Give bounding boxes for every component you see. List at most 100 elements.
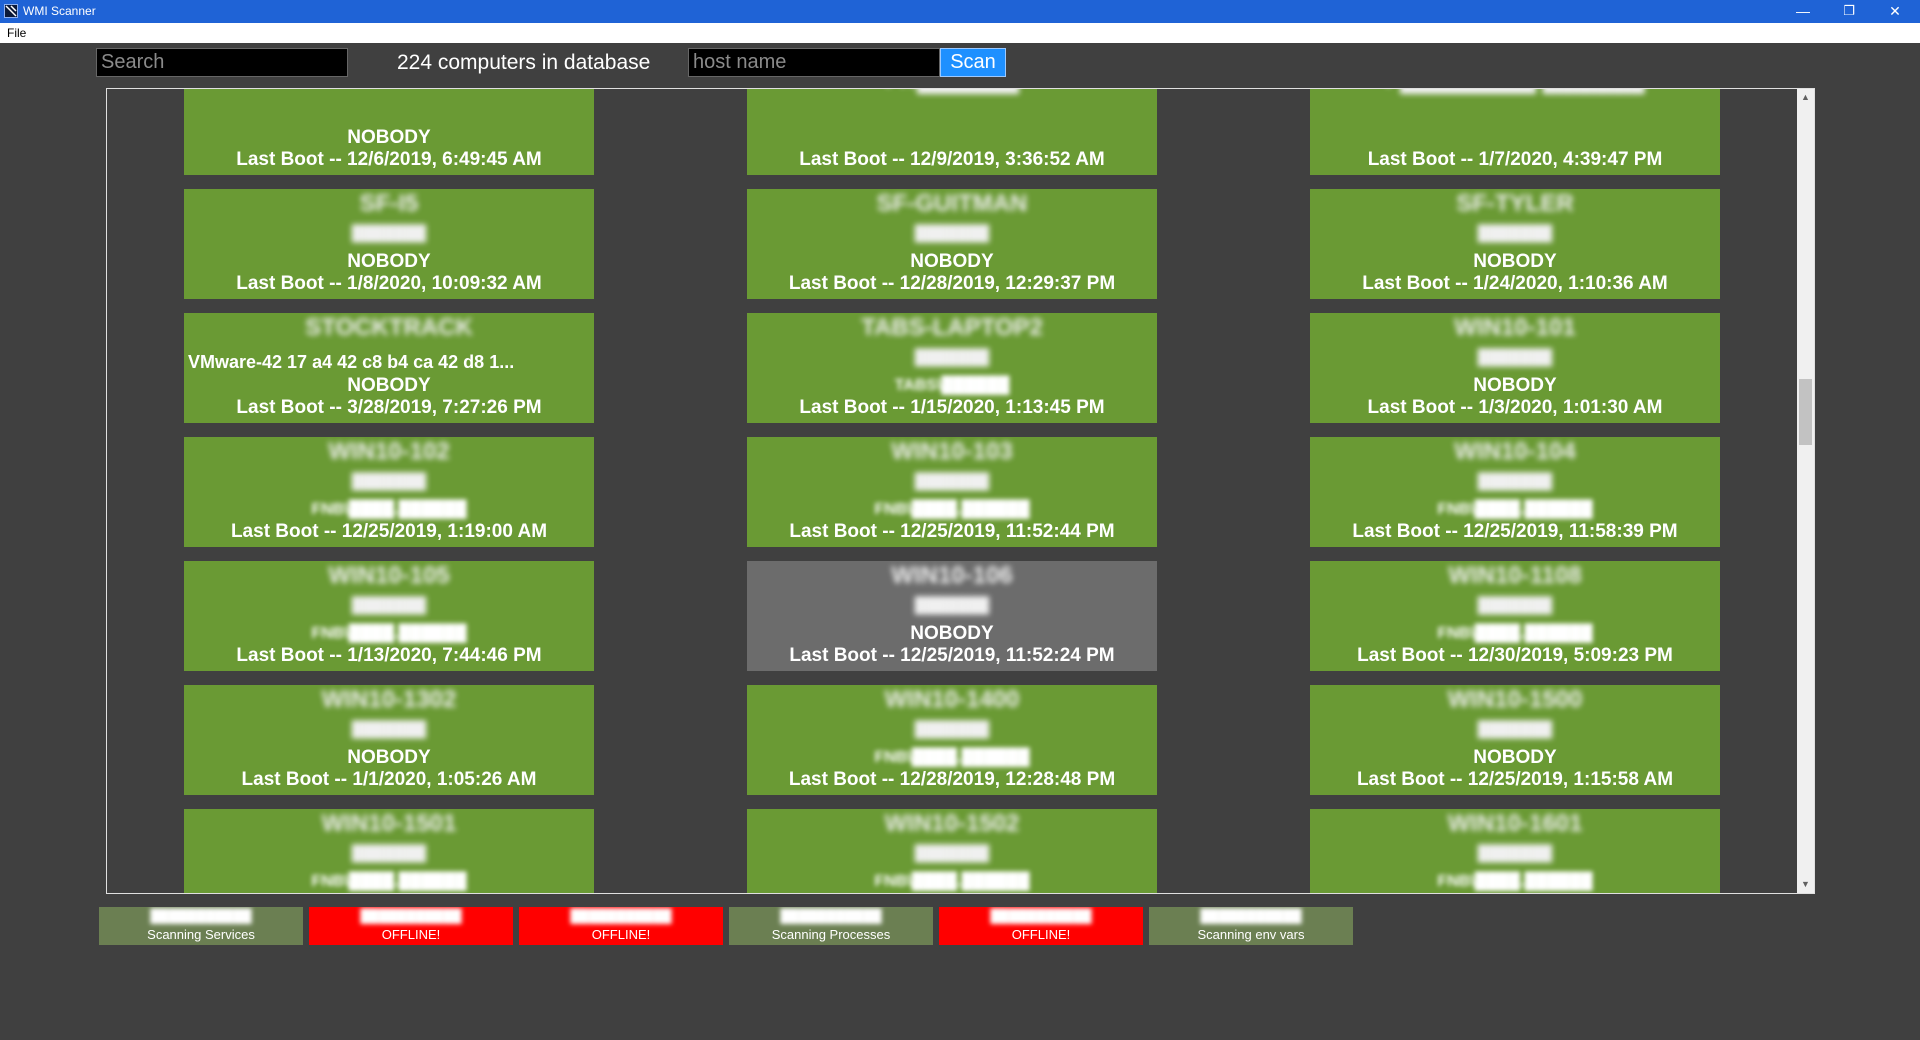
status-tile-host: ███████████ [150,908,252,923]
card-last-boot: Last Boot -- 12/6/2019, 6:49:45 AM [236,149,542,170]
card-serial: ███████ [351,225,427,242]
card-hostname: WIN10-1601 [1447,810,1583,837]
search-input[interactable] [96,48,348,77]
card-hostname: F████████ ██████ [1310,89,1720,92]
card-user: FNB\████.██████ [874,501,1030,518]
scroll-down-arrow-icon[interactable]: ▼ [1797,876,1814,893]
card-last-boot: Last Boot -- 1/7/2020, 4:44:39 PM [184,893,594,894]
computer-card[interactable]: F████████ ██████ Last Boot -- 1/7/2020, 4… [1310,89,1720,175]
computer-card[interactable]: WIN10-1108 ███████ FNB\████.██████ Last Boo… [1310,561,1720,671]
card-last-boot: Last Boot -- 1/15/2020, 1:13:45 PM [799,397,1105,418]
card-user: FNB\████.██████ [874,873,1030,890]
minimize-button[interactable]: — [1780,0,1826,23]
status-tile: ███████████ OFFLINE! [309,907,513,945]
card-serial: ███████ [351,845,427,862]
card-user: TABS\██████ [894,377,1010,394]
card-serial: ███████ [914,225,990,242]
card-last-boot: Last Boot -- 1/1/2020, 1:05:26 AM [241,769,537,790]
vertical-scrollbar[interactable]: ▲ ▼ [1797,89,1814,893]
computer-grid[interactable]: ▲ ▼ NOBODY Last Boot -- 12/6/2019, 6:49:4… [106,88,1815,894]
card-last-boot: Last Boot -- 3/28/2019, 7:27:26 PM [236,397,542,418]
card-user: NOBODY [910,623,994,644]
scan-button[interactable]: Scan [940,48,1006,77]
computer-card[interactable]: WIN10-101 ███████ NOBODY Last Boot -- 1/3/2… [1310,313,1720,423]
card-user: FNB\████.██████ [1437,625,1593,642]
computer-card[interactable]: STOCKTRACK VMware-42 17 a4 42 c8 b4 ca 42… [184,313,594,423]
status-tile: ███████████ OFFLINE! [939,907,1143,945]
computer-card[interactable]: WIN10-102 ███████ FNB\████.██████ Last Boot… [184,437,594,547]
card-serial: ███████ [914,473,990,490]
card-hostname: TABS-LAPTOP2 [861,314,1043,341]
app-icon [4,4,18,18]
status-tile: ███████████ OFFLINE! [519,907,723,945]
computer-card[interactable]: NOBODY Last Boot -- 12/6/2019, 6:49:45 AM [184,89,594,175]
title-bar: WMI Scanner — ❐ ✕ [0,0,1920,23]
window-title: WMI Scanner [23,4,96,18]
status-tile-host: ███████████ [780,908,882,923]
card-hostname: WIN10-103 [891,438,1013,465]
card-hostname: SF-GUITMAN [876,190,1028,217]
status-tile-state: Scanning env vars [1197,927,1305,942]
card-user: FNB\████.██████ [874,749,1030,766]
card-last-boot: Last Boot -- 12/28/2019, 12:28:48 PM [788,769,1116,790]
menu-file[interactable]: File [7,26,26,40]
card-user: NOBODY [347,127,431,148]
card-user: NOBODY [910,251,994,272]
card-serial: ███████ [1477,721,1553,738]
card-serial: ███████ [351,721,427,738]
computer-card[interactable]: WIN10-103 ███████ FNB\████.██████ Last Boot… [747,437,1157,547]
maximize-button[interactable]: ❐ [1826,0,1872,23]
card-serial: ███████ [914,845,990,862]
card-model: VMware-42 17 a4 42 c8 b4 ca 42 d8 1... [188,352,515,372]
card-hostname: WIN10-101 [1454,314,1576,341]
computer-card[interactable]: SF-I5 ███████ NOBODY Last Boot -- 1/8/2020,… [184,189,594,299]
computer-card[interactable]: WIN10-106 ███████ NOBODY Last Boot -- 12/25… [747,561,1157,671]
card-user: FNB\████.██████ [311,873,467,890]
computer-card[interactable]: FN██████ Last Boot -- 12/9/2019, 3:36:52 … [747,89,1157,175]
status-tile-state: OFFLINE! [1011,927,1071,942]
computer-card[interactable]: WIN10-1400 ███████ FNB\████.██████ Last Boo… [747,685,1157,795]
computer-card[interactable]: WIN10-1601 ███████ FNB\████.██████ Last Boo… [1310,809,1720,894]
status-tile-host: ███████████ [990,908,1092,923]
card-last-boot: Last Boot -- 1/13/2020, 5:01:42 PM [747,893,1157,894]
card-hostname: WIN10-104 [1454,438,1576,465]
menu-bar: File [0,23,1920,43]
computer-card[interactable]: TABS-LAPTOP2 ███████ TABS\██████ Last Boot … [747,313,1157,423]
status-tile: ███████████ Scanning Processes [729,907,933,945]
computer-card[interactable]: SF-GUITMAN ███████ NOBODY Last Boot -- 12/2… [747,189,1157,299]
computer-card[interactable]: SF-TYLER ███████ NOBODY Last Boot -- 1/24/2… [1310,189,1720,299]
card-hostname: SF-I5 [359,190,419,217]
computer-card[interactable]: WIN10-105 ███████ FNB\████.██████ Last Boot… [184,561,594,671]
card-hostname: FN██████ [747,89,1157,92]
status-tile-host: ███████████ [1200,908,1302,923]
card-hostname: WIN10-106 [891,562,1013,589]
status-tile-state: OFFLINE! [381,927,441,942]
computer-card[interactable]: WIN10-1502 ███████ FNB\████.██████ Last Boo… [747,809,1157,894]
status-tile: ███████████ Scanning Services [99,907,303,945]
card-serial: ███████ [1477,473,1553,490]
card-serial: ███████ [351,597,427,614]
host-name-input[interactable] [688,48,940,77]
scroll-up-arrow-icon[interactable]: ▲ [1797,89,1814,106]
card-last-boot: Last Boot -- 1/24/2020, 1:10:36 AM [1362,273,1668,294]
card-last-boot: Last Boot -- 12/25/2019, 11:58:39 PM [1352,521,1678,542]
card-hostname: WIN10-1501 [321,810,457,837]
card-serial: ███████ [1477,597,1553,614]
card-last-boot: Last Boot -- 12/25/2019, 1:19:00 AM [230,521,548,542]
card-serial: ███████ [1477,845,1553,862]
computer-card[interactable]: WIN10-1500 ███████ NOBODY Last Boot -- 12/2… [1310,685,1720,795]
card-hostname: WIN10-105 [328,562,450,589]
card-last-boot: Last Boot -- 1/2/2020, 4:44:43 PM [1310,893,1720,894]
card-user: NOBODY [347,375,431,396]
close-button[interactable]: ✕ [1872,0,1918,23]
card-serial: ███████ [1477,225,1553,242]
card-hostname: WIN10-1502 [884,810,1020,837]
card-serial: ███████ [914,349,990,366]
card-user: FNB\████.██████ [311,625,467,642]
card-user: FNB\████.██████ [311,501,467,518]
computer-card[interactable]: WIN10-104 ███████ FNB\████.██████ Last Boot… [1310,437,1720,547]
computer-card[interactable]: WIN10-1501 ███████ FNB\████.██████ Last Boo… [184,809,594,894]
computer-card[interactable]: WIN10-1302 ███████ NOBODY Last Boot -- 1/1/… [184,685,594,795]
scroll-thumb[interactable] [1799,379,1812,445]
card-last-boot: Last Boot -- 1/7/2020, 4:39:47 PM [1367,149,1663,170]
